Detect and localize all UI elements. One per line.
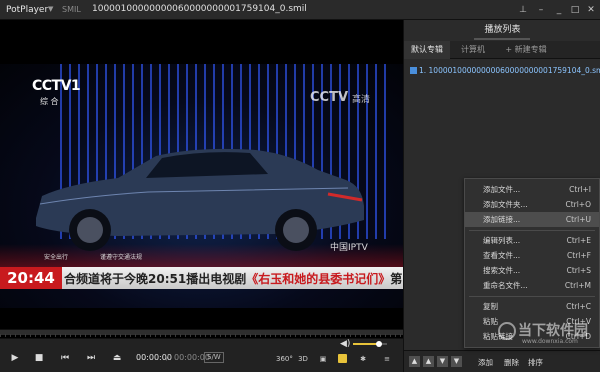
- watermark-logo-icon: [498, 322, 516, 340]
- volume-icon[interactable]: ◀): [340, 339, 350, 349]
- playlist-item-label: 1. 10000100000000060000000001759104_0.sm…: [419, 66, 600, 75]
- iptv-watermark: 中国IPTV: [330, 243, 368, 253]
- window-title: 10000100000000060000000001759104_0.smil: [92, 4, 307, 14]
- file-format-label: SMIL: [62, 5, 81, 14]
- playlist-title[interactable]: 播放列表: [404, 20, 600, 40]
- volume-slider[interactable]: [353, 341, 387, 347]
- menu-item-shortcut: Ctrl+C: [566, 302, 591, 311]
- menu-item-label: 重命名文件...: [483, 281, 528, 290]
- menu-item-label: 添加文件...: [483, 185, 521, 194]
- menu-item-label: 编辑列表...: [483, 236, 521, 245]
- news-ticker: 20:44 合频道将于今晚20:51播出电视剧《右玉和她的县委书记们》第18: [0, 267, 403, 289]
- ticker-text: 合频道将于今晚20:51播出电视剧《右玉和她的县委书记们》第18: [64, 270, 403, 287]
- menu-item-edit-list[interactable]: 编辑列表... Ctrl+E: [465, 233, 599, 248]
- video-viewport[interactable]: CCTV1 综 合 CCTV 高清 中国IPTV 安全出行 谨遵守交通法规 20…: [0, 20, 403, 338]
- subtitle-toggle-icon[interactable]: [338, 354, 347, 363]
- menu-item-shortcut: Ctrl+I: [569, 185, 591, 194]
- car-image: [28, 126, 368, 256]
- tab-new-album[interactable]: + 新建专辑: [496, 41, 556, 59]
- video-frame: CCTV1 综 合 CCTV 高清 中国IPTV 安全出行 谨遵守交通法规 20…: [0, 64, 403, 308]
- playlist-toolbar: ▲ ▲ ▼ ▼ 添加 删除 排序: [404, 350, 600, 372]
- eject-icon[interactable]: ⏏: [110, 351, 124, 365]
- menu-item-label: 粘贴: [483, 317, 498, 326]
- move-top-icon[interactable]: ▲: [409, 356, 420, 367]
- move-down-icon[interactable]: ▼: [437, 356, 448, 367]
- menu-item-shortcut: Ctrl+S: [566, 266, 591, 275]
- menu-item-label: 添加链接...: [483, 215, 521, 224]
- volume-fill: [353, 343, 379, 345]
- tab-computer[interactable]: 计算机: [450, 41, 496, 59]
- move-bottom-icon[interactable]: ▼: [451, 356, 462, 367]
- menu-item-label: 复制: [483, 302, 498, 311]
- menu-separator: [469, 230, 595, 231]
- file-icon: [410, 67, 417, 74]
- menu-item-label: 搜索文件...: [483, 266, 521, 275]
- watermark-text: 当下软件园: [518, 323, 588, 339]
- menu-item-shortcut: Ctrl+E: [566, 236, 591, 245]
- sw-decoder-badge[interactable]: S/W: [204, 352, 224, 363]
- seek-bar-ticks: [0, 334, 403, 337]
- menu-item-rename-file[interactable]: 重命名文件... Ctrl+M: [465, 278, 599, 293]
- menu-item-shortcut: Ctrl+F: [567, 251, 591, 260]
- settings-gear-icon[interactable]: ✱: [356, 353, 370, 365]
- volume-knob[interactable]: [375, 341, 382, 347]
- safety-caption: 安全出行: [44, 254, 69, 261]
- add-button[interactable]: 添加: [478, 357, 493, 368]
- ticker-clock: 20:44: [0, 267, 62, 289]
- capture-icon[interactable]: ▣: [316, 353, 330, 365]
- tab-default-album[interactable]: 默认专辑: [404, 41, 450, 59]
- time-separator: /: [166, 353, 169, 362]
- menu-item-view-file[interactable]: 查看文件... Ctrl+F: [465, 248, 599, 263]
- previous-icon[interactable]: ⏮: [58, 351, 72, 365]
- next-icon[interactable]: ⏭: [84, 351, 98, 365]
- sort-button[interactable]: 排序: [528, 357, 543, 368]
- stop-icon[interactable]: ■: [32, 351, 46, 365]
- menu-item-label: 查看文件...: [483, 251, 521, 260]
- hd-logo-sub: 高清: [352, 95, 371, 105]
- pin-icon[interactable]: ⊥: [516, 3, 530, 17]
- menu-list-icon[interactable]: ≡: [380, 353, 394, 365]
- ticker-text-pre: 合频道将于今晚20:51播出电视剧: [64, 272, 247, 286]
- move-up-icon[interactable]: ▲: [423, 356, 434, 367]
- safety-caption-2: 谨遵守交通法规: [100, 254, 143, 261]
- channel-logo-sub: 综 合: [40, 97, 59, 106]
- ticker-text-post: 第18: [390, 272, 403, 286]
- control-bar: ▶ ■ ⏮ ⏭ ⏏ 00:00:00 / 00:00:00 S/W ◀) 360…: [0, 338, 403, 372]
- car-silhouette: [36, 148, 364, 251]
- playlist-item[interactable]: 1. 10000100000000060000000001759104_0.sm…: [410, 66, 600, 75]
- menu-item-copy[interactable]: 复制 Ctrl+C: [465, 299, 599, 314]
- 3d-button[interactable]: 3D: [296, 353, 310, 365]
- menu-item-add-file[interactable]: 添加文件... Ctrl+I: [465, 182, 599, 197]
- menu-item-shortcut: Ctrl+M: [564, 281, 591, 290]
- menu-item-search-file[interactable]: 搜索文件... Ctrl+S: [465, 263, 599, 278]
- maximize-icon[interactable]: □: [568, 3, 582, 17]
- vr-360-button[interactable]: 360°: [276, 353, 293, 365]
- menu-item-add-link[interactable]: 添加链接... Ctrl+U: [465, 212, 599, 227]
- watermark-url: www.downxia.com: [522, 338, 578, 345]
- menu-item-shortcut: Ctrl+O: [565, 200, 591, 209]
- hd-logo: CCTV: [310, 90, 349, 105]
- minimize-icon[interactable]: _: [552, 3, 566, 17]
- app-menu-caret-icon[interactable]: ▼: [48, 5, 53, 13]
- menu-item-label: 添加文件夹...: [483, 200, 528, 209]
- play-icon[interactable]: ▶: [8, 351, 22, 365]
- menu-item-add-folder[interactable]: 添加文件夹... Ctrl+O: [465, 197, 599, 212]
- close-icon[interactable]: ✕: [584, 3, 598, 17]
- delete-button[interactable]: 删除: [504, 357, 519, 368]
- title-bar: PotPlayer ▼ SMIL 10000100000000060000000…: [0, 0, 600, 20]
- menu-separator: [469, 296, 595, 297]
- playlist-tabs: 默认专辑 计算机 + 新建专辑: [404, 41, 600, 59]
- channel-logo: CCTV1: [32, 78, 81, 94]
- menu-item-shortcut: Ctrl+U: [565, 215, 591, 224]
- ticker-text-highlight: 《右玉和她的县委书记们》: [246, 272, 391, 286]
- minimize-mini-icon[interactable]: –: [534, 3, 548, 17]
- app-menu-button[interactable]: PotPlayer: [6, 5, 48, 15]
